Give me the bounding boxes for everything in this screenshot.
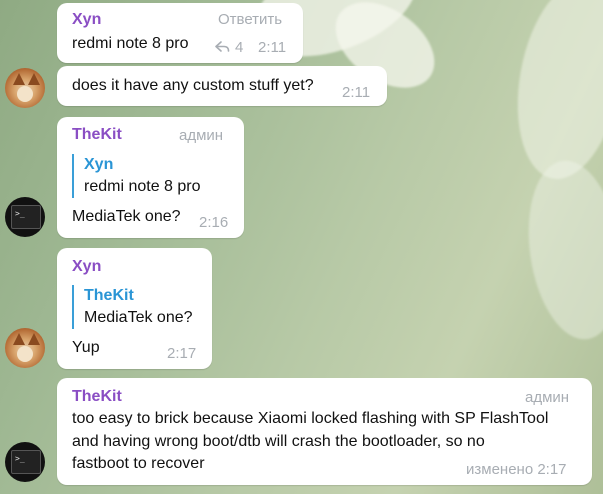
reply-arrow-icon: [215, 41, 230, 52]
message-text: Yup: [72, 339, 100, 356]
sender-name[interactable]: TheKit: [72, 388, 122, 406]
message-time: 2:17: [167, 345, 197, 362]
sender-name[interactable]: Xyn: [72, 258, 101, 276]
quote-text: redmi note 8 pro: [84, 178, 201, 195]
quote-author: Xyn: [84, 156, 114, 173]
sender-name[interactable]: TheKit: [72, 126, 122, 144]
fox-avatar[interactable]: [5, 328, 45, 368]
quote-text: MediaTek one?: [84, 309, 193, 326]
message-text: redmi note 8 pro: [72, 35, 189, 52]
message-line: too easy to brick because Xiaomi locked …: [72, 410, 549, 427]
sender-name[interactable]: Xyn: [72, 11, 101, 29]
message-time: 2:11: [258, 39, 287, 56]
quote-author: TheKit: [84, 287, 134, 304]
reply-quote[interactable]: Xyn redmi note 8 pro: [72, 154, 201, 198]
terminal-avatar[interactable]: >_: [5, 442, 45, 482]
terminal-avatar[interactable]: >_: [5, 197, 45, 237]
background-flower-petal: [503, 0, 603, 188]
message-time: 2:11: [342, 84, 371, 101]
message-bubble[interactable]: does it have any custom stuff yet? 2:11: [57, 66, 387, 106]
background-flower-petal: [517, 154, 603, 346]
admin-badge: админ: [525, 389, 570, 406]
message-text: MediaTek one?: [72, 208, 181, 225]
message-text: does it have any custom stuff yet?: [72, 77, 314, 94]
reply-action[interactable]: Ответить: [218, 11, 282, 28]
admin-badge: админ: [179, 127, 224, 144]
reply-quote[interactable]: TheKit MediaTek one?: [72, 285, 193, 329]
fox-avatar[interactable]: [5, 68, 45, 108]
message-time: 2:16: [199, 214, 229, 231]
message-bubble[interactable]: Xyn Ответить redmi note 8 pro 4 2:11: [57, 3, 303, 63]
message-bubble[interactable]: TheKit админ Xyn redmi note 8 pro MediaT…: [57, 117, 244, 238]
message-line: and having wrong boot/dtb will crash the…: [72, 432, 485, 450]
message-bubble[interactable]: Xyn TheKit MediaTek one? Yup 2:17: [57, 248, 212, 369]
message-bubble[interactable]: TheKit админ too easy to brick because X…: [57, 378, 592, 485]
message-time: изменено 2:17: [466, 461, 567, 478]
reply-count-value: 4: [235, 39, 244, 56]
reply-count[interactable]: 4: [215, 39, 243, 56]
